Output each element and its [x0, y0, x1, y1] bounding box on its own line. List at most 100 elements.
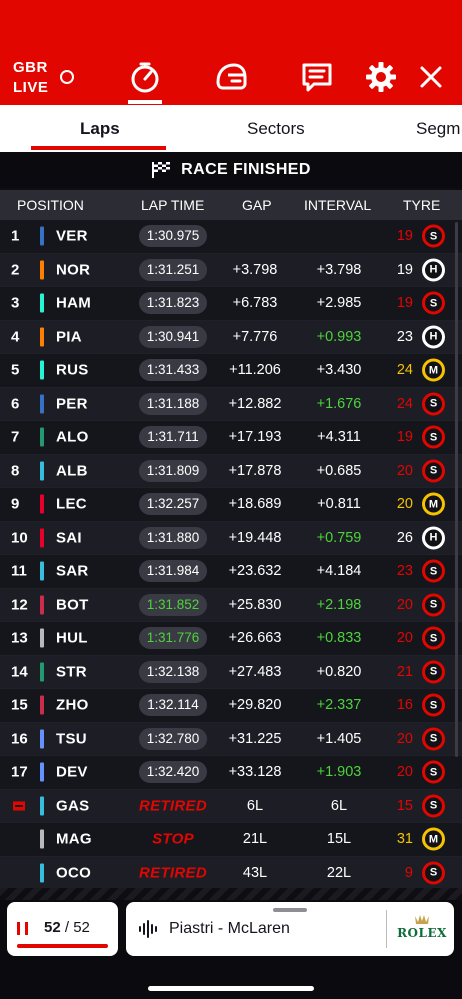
driver-code: RUS	[56, 361, 89, 379]
lap-time: 1:32.114	[139, 694, 207, 717]
position: 4	[11, 328, 20, 346]
table-row[interactable]: 16 TSU 1:32.780 +31.225 +1.405 20 S	[0, 722, 462, 756]
table-row[interactable]: 7 ALO 1:31.711 +17.193 +4.311 19 S	[0, 421, 462, 455]
tyre-laps: 15	[396, 797, 413, 814]
table-row[interactable]: 8 ALB 1:31.809 +17.878 +0.685 20 S	[0, 454, 462, 488]
team-color-bar	[40, 528, 44, 548]
tab-segments[interactable]: Segm	[416, 119, 460, 139]
close-icon[interactable]	[414, 60, 448, 94]
table-row[interactable]: 13 HUL 1:31.776 +26.663 +0.833 20 S	[0, 622, 462, 656]
driver-code: BOT	[56, 596, 89, 614]
team-color-bar	[40, 427, 44, 447]
position: 15	[11, 696, 28, 714]
radio-message-icon[interactable]	[300, 60, 334, 94]
sponsor-logo: ROLEX	[394, 912, 450, 940]
team-color-bar	[40, 260, 44, 280]
crown-icon	[415, 915, 429, 924]
helmet-icon[interactable]	[214, 60, 248, 94]
table-row[interactable]: 5 RUS 1:31.433 +11.206 +3.430 24 M	[0, 354, 462, 388]
drag-handle[interactable]	[273, 908, 307, 912]
gap-value: +18.689	[228, 496, 282, 513]
col-gap: GAP	[242, 197, 272, 213]
gap-value: +19.448	[228, 529, 282, 546]
table-row[interactable]: MAG STOP 21L 15L 31 M	[0, 823, 462, 857]
driver-code: SAI	[56, 529, 82, 547]
gap-value: +25.830	[228, 596, 282, 613]
sponsor-divider	[386, 910, 387, 948]
team-color-bar	[40, 461, 44, 481]
lap-time: 1:31.823	[139, 292, 207, 315]
status-label: RETIRED	[139, 864, 207, 882]
lap-progress-fill	[17, 944, 108, 948]
scrollbar[interactable]	[455, 222, 458, 757]
team-color-bar	[40, 394, 44, 414]
interval-value: +0.833	[316, 630, 362, 647]
team-color-bar	[40, 327, 44, 347]
timer-icon[interactable]	[128, 60, 162, 94]
interval-value: +0.685	[316, 462, 362, 479]
interval-value: +1.676	[316, 395, 362, 412]
tyre-laps: 24	[396, 395, 413, 412]
table-row[interactable]: 12 BOT 1:31.852 +25.830 +2.198 20 S	[0, 588, 462, 622]
table-row[interactable]: 1 VER 1:30.975 19 S	[0, 220, 462, 254]
driver-code: ALO	[56, 428, 89, 446]
audio-wave-icon	[139, 920, 157, 938]
lap-time: 1:31.984	[139, 560, 207, 583]
tyre-laps: 20	[396, 496, 413, 513]
table-row[interactable]: 3 HAM 1:31.823 +6.783 +2.985 19 S	[0, 287, 462, 321]
driver-code: OCO	[56, 864, 92, 882]
table-row[interactable]: 9 LEC 1:32.257 +18.689 +0.811 20 M	[0, 488, 462, 522]
driver-code: HUL	[56, 629, 88, 647]
team-color-bar	[40, 662, 44, 682]
table-row[interactable]: GAS RETIRED 6L 6L 15 S	[0, 789, 462, 823]
tab-sectors[interactable]: Sectors	[247, 119, 305, 139]
tyre-compound-icon: S	[422, 794, 445, 818]
table-row[interactable]: 6 PER 1:31.188 +12.882 +1.676 24 S	[0, 387, 462, 421]
position: 3	[11, 294, 20, 312]
tyre-laps: 16	[396, 697, 413, 714]
home-indicator[interactable]	[148, 986, 314, 991]
lap-separator: /	[64, 919, 70, 936]
table-row[interactable]: 11 SAR 1:31.984 +23.632 +4.184 23 S	[0, 555, 462, 589]
table-row[interactable]: 10 SAI 1:31.880 +19.448 +0.759 26 H	[0, 521, 462, 555]
interval-value: +3.798	[316, 261, 362, 278]
position: 9	[11, 495, 20, 513]
team-radio-card[interactable]: Piastri - McLaren ROLEX	[126, 902, 454, 956]
tyre-laps: 20	[396, 764, 413, 781]
session-indicator[interactable]: GBR LIVE	[13, 58, 48, 98]
table-row[interactable]: 14 STR 1:32.138 +27.483 +0.820 21 S	[0, 655, 462, 689]
settings-icon[interactable]	[364, 60, 398, 94]
tyre-compound-icon: S	[422, 559, 445, 583]
tyre-compound-icon: S	[422, 626, 445, 650]
lap-time: 1:31.880	[139, 526, 207, 549]
team-color-bar	[40, 628, 44, 648]
tyre-compound-icon: S	[422, 224, 445, 248]
track-stripe	[0, 888, 462, 900]
tyre-laps: 20	[396, 730, 413, 747]
gap-value: +29.820	[228, 697, 282, 714]
table-row[interactable]: 4 PIA 1:30.941 +7.776 +0.993 23 H	[0, 320, 462, 354]
col-tyre: TYRE	[403, 197, 441, 213]
team-color-bar	[40, 494, 44, 514]
position: 17	[11, 763, 28, 781]
lap-time: 1:32.780	[139, 727, 207, 750]
position: 16	[11, 730, 28, 748]
table-row[interactable]: 15 ZHO 1:32.114 +29.820 +2.337 16 S	[0, 689, 462, 723]
lap-progress-bar	[17, 944, 108, 948]
lap-time: 1:32.420	[139, 761, 207, 784]
table-row[interactable]: OCO RETIRED 43L 22L 9 S	[0, 856, 462, 890]
interval-value: +0.811	[317, 496, 361, 513]
tyre-compound-icon: S	[422, 425, 445, 449]
gap-value: 21L	[242, 831, 268, 848]
table-row[interactable]: 2 NOR 1:31.251 +3.798 +3.798 19 H	[0, 253, 462, 287]
interval-value: 22L	[326, 864, 352, 881]
lap-counter-card[interactable]: 52 / 52	[7, 902, 118, 956]
team-color-bar	[40, 729, 44, 749]
tyre-compound-icon: H	[422, 325, 445, 349]
gap-value: +11.206	[229, 362, 281, 379]
tyre-compound-icon: S	[422, 693, 445, 717]
tyre-laps: 23	[396, 563, 413, 580]
tyre-laps: 20	[396, 462, 413, 479]
table-row[interactable]: 17 DEV 1:32.420 +33.128 +1.903 20 S	[0, 756, 462, 790]
tab-laps[interactable]: Laps	[80, 119, 120, 139]
